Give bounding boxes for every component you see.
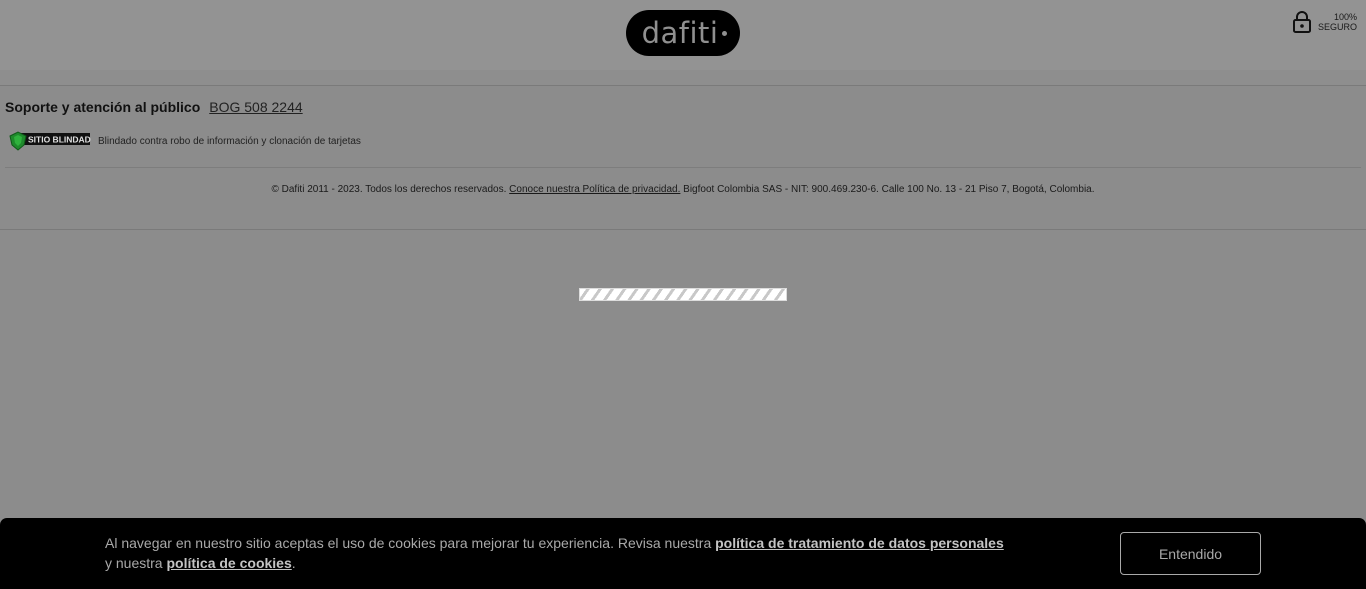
sitio-blindado-badge[interactable]: SITIO BLINDADO — [9, 130, 91, 152]
cookie-policy-link[interactable]: política de cookies — [166, 555, 291, 571]
loading-progress-fill — [580, 289, 786, 300]
logo-text: dafiti — [641, 15, 719, 50]
secure-text: 100% SEGURO — [1318, 12, 1357, 32]
badge-text: SITIO BLINDADO — [28, 135, 91, 145]
accept-cookies-button[interactable]: Entendido — [1120, 532, 1261, 575]
secure-percent: 100% — [1333, 12, 1357, 22]
copyright-suffix: Bigfoot Colombia SAS - NIT: 900.469.230-… — [680, 184, 1095, 195]
divider — [0, 229, 1366, 230]
dafiti-logo[interactable]: dafiti — [626, 10, 740, 56]
support-info: Soporte y atención al público BOG 508 22… — [5, 99, 303, 115]
lock-icon — [1292, 11, 1311, 33]
cookie-message: Al navegar en nuestro sitio aceptas el u… — [105, 533, 1005, 573]
divider — [5, 167, 1361, 168]
copyright-prefix: © Dafiti 2011 - 2023. Todos los derechos… — [271, 184, 510, 195]
cookie-text-part1: Al navegar en nuestro sitio aceptas el u… — [105, 535, 716, 551]
cookie-banner: Al navegar en nuestro sitio aceptas el u… — [0, 518, 1366, 589]
secure-indicator: 100% SEGURO — [1292, 11, 1357, 33]
cookie-text-part3: . — [291, 555, 296, 571]
copyright-line: © Dafiti 2011 - 2023. Todos los derechos… — [0, 184, 1366, 195]
page: dafiti 100% SEGURO Soporte y atención al… — [0, 0, 1366, 589]
shield-row: SITIO BLINDADO Blindado contra robo de i… — [9, 130, 361, 152]
header-band — [0, 70, 1366, 85]
header: dafiti 100% SEGURO — [0, 0, 1366, 70]
privacy-policy-link[interactable]: Conoce nuestra Política de privacidad. — [509, 184, 680, 195]
divider — [0, 85, 1366, 86]
logo-dot — [722, 31, 727, 36]
loading-progress-bar — [579, 288, 787, 301]
data-policy-link[interactable]: política de tratamiento de datos persona… — [715, 535, 1004, 551]
support-label: Soporte y atención al público — [5, 99, 201, 115]
secure-label: SEGURO — [1317, 22, 1357, 32]
cookie-text-part2: y nuestra — [105, 555, 167, 571]
support-phone-link[interactable]: BOG 508 2244 — [209, 99, 302, 115]
shield-description: Blindado contra robo de información y cl… — [98, 135, 361, 147]
